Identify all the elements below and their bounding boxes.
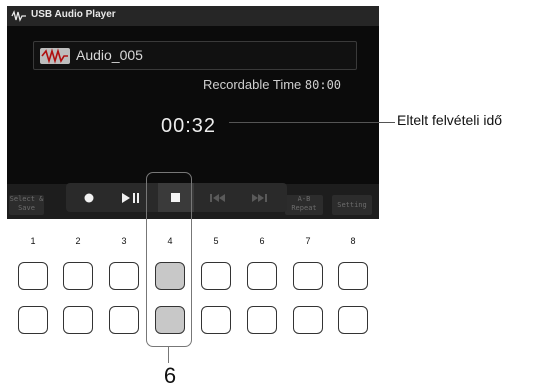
callout-line [229, 122, 395, 123]
button-6-upper[interactable] [247, 262, 277, 290]
fast-forward-button[interactable] [241, 183, 277, 212]
ab-repeat-button[interactable]: A-B Repeat [285, 195, 323, 215]
button-number: 1 [30, 236, 36, 246]
display-screen: USB Audio Player Audio_005 Recordable Ti… [7, 6, 379, 219]
button-number: 2 [75, 236, 81, 246]
button-5-upper[interactable] [201, 262, 231, 290]
button-number: 3 [121, 236, 127, 246]
button-2-lower[interactable] [63, 306, 93, 334]
annotation-line [168, 346, 169, 363]
button-6-lower[interactable] [247, 306, 277, 334]
fast-forward-icon [252, 193, 267, 202]
select-save-button[interactable]: Select & Save [9, 195, 44, 215]
button-8-upper[interactable] [338, 262, 368, 290]
audio-wave-icon [40, 48, 70, 64]
button-8-lower[interactable] [338, 306, 368, 334]
callout-label: Eltelt felvételi idő [397, 112, 503, 128]
button-1-upper[interactable] [18, 262, 48, 290]
button-5-lower[interactable] [201, 306, 231, 334]
button-7-upper[interactable] [293, 262, 323, 290]
button-number: 7 [305, 236, 311, 246]
window-title: USB Audio Player [31, 9, 116, 20]
annotation-number: 6 [163, 363, 177, 388]
setting-button[interactable]: Setting [332, 195, 372, 215]
recordable-time-value: 80:00 [304, 78, 342, 92]
button-number: 5 [213, 236, 219, 246]
title-bar: USB Audio Player [7, 6, 379, 26]
rewind-icon [210, 193, 225, 202]
usb-audio-icon [11, 10, 26, 22]
record-icon [84, 193, 94, 202]
button-3-lower[interactable] [109, 306, 139, 334]
button-number: 6 [259, 236, 265, 246]
button-1-lower[interactable] [18, 306, 48, 334]
file-name-box[interactable]: Audio_005 [33, 41, 357, 70]
elapsed-time: 00:32 [161, 115, 217, 137]
play-pause-button[interactable] [113, 183, 149, 212]
recordable-time: Recordable Time 80:00 [203, 77, 341, 92]
button-2-upper[interactable] [63, 262, 93, 290]
recordable-time-label: Recordable Time [203, 77, 302, 92]
record-button[interactable] [71, 183, 107, 212]
play-pause-icon [122, 192, 139, 203]
rewind-button[interactable] [200, 183, 236, 212]
button-7-lower[interactable] [293, 306, 323, 334]
file-name: Audio_005 [76, 47, 143, 63]
button-3-upper[interactable] [109, 262, 139, 290]
highlight-frame [146, 172, 192, 347]
button-number: 8 [350, 236, 356, 246]
